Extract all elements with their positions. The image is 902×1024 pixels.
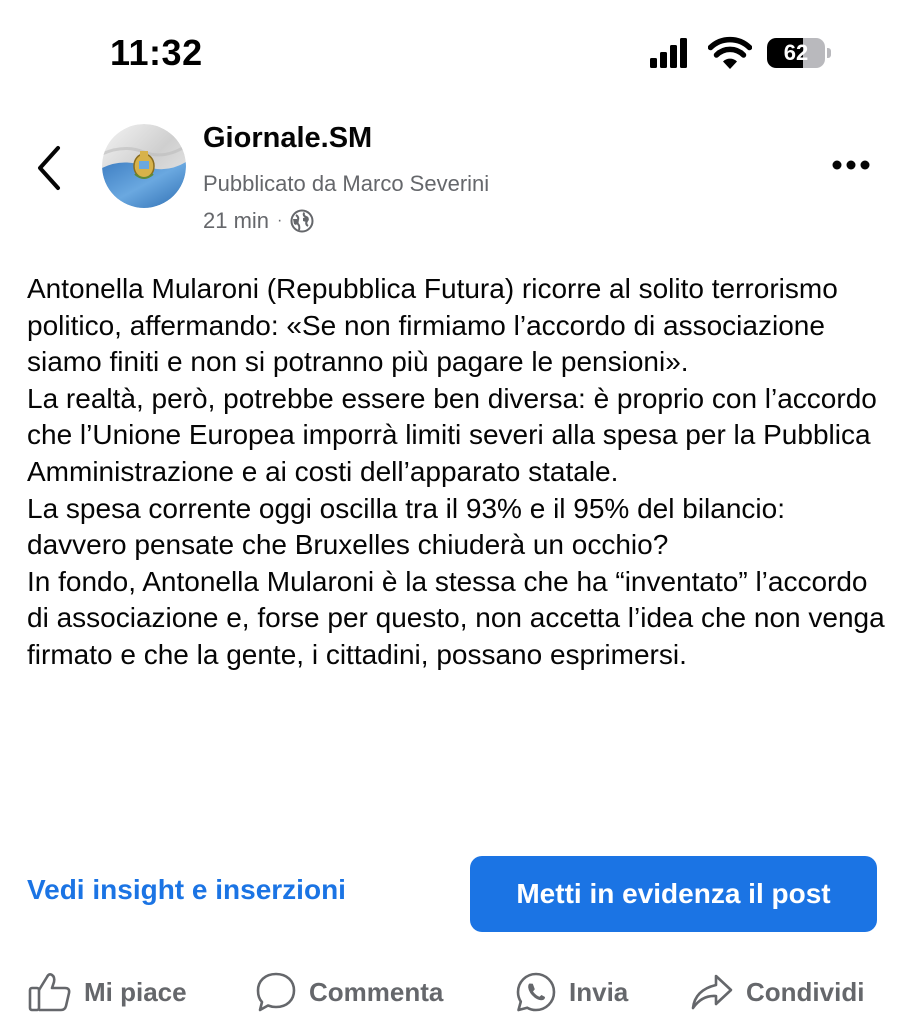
boost-post-button[interactable]: Metti in evidenza il post	[470, 856, 877, 932]
share-label: Condividi	[746, 976, 865, 1007]
battery-body: 62	[767, 38, 825, 68]
globe-icon[interactable]	[290, 209, 314, 233]
post-paragraph: Antonella Mularoni (Repubblica Futura) r…	[27, 273, 838, 378]
send-whatsapp-button[interactable]: Invia	[515, 964, 628, 1020]
wifi-icon	[708, 36, 752, 69]
more-options-button[interactable]	[828, 150, 874, 180]
comment-label: Commenta	[309, 976, 444, 1007]
share-arrow-icon	[691, 974, 733, 1010]
battery-level: 62	[783, 40, 809, 65]
share-button[interactable]: Condividi	[690, 964, 864, 1020]
cellular-signal-icon	[650, 38, 687, 68]
avatar[interactable]	[102, 124, 186, 208]
like-label: Mi piace	[84, 976, 187, 1007]
page-name[interactable]: Giornale.SM	[203, 122, 372, 155]
comment-button[interactable]: Commenta	[255, 964, 443, 1020]
comment-bubble-icon	[256, 972, 296, 1012]
like-button[interactable]: Mi piace	[28, 964, 187, 1020]
back-button[interactable]	[28, 140, 72, 196]
whatsapp-icon	[516, 972, 556, 1012]
send-label: Invia	[569, 976, 629, 1007]
post-paragraph: La realtà, però, potrebbe essere ben div…	[27, 382, 877, 487]
status-time: 11:32	[110, 32, 203, 73]
publisher-line: Pubblicato da Marco Severini	[203, 171, 490, 196]
status-bar: 11:32 62	[0, 0, 902, 110]
post-paragraph: In fondo, Antonella Mularoni è la stessa…	[27, 565, 885, 670]
meta-separator: ·	[277, 212, 283, 229]
thumbs-up-icon	[28, 973, 71, 1012]
battery-cap	[827, 48, 831, 58]
post-meta: 21 min ·	[203, 207, 314, 235]
reaction-bar: Mi piace Commenta Invia Condividi	[0, 964, 902, 1020]
post-time[interactable]: 21 min	[203, 208, 269, 234]
insights-link[interactable]: Vedi insight e inserzioni	[27, 874, 346, 906]
post-text: Antonella Mularoni (Repubblica Futura) r…	[27, 271, 887, 674]
battery-icon: 62	[767, 38, 831, 68]
boost-post-label: Metti in evidenza il post	[516, 878, 831, 909]
post-paragraph: La spesa corrente oggi oscilla tra il 93…	[27, 492, 785, 561]
